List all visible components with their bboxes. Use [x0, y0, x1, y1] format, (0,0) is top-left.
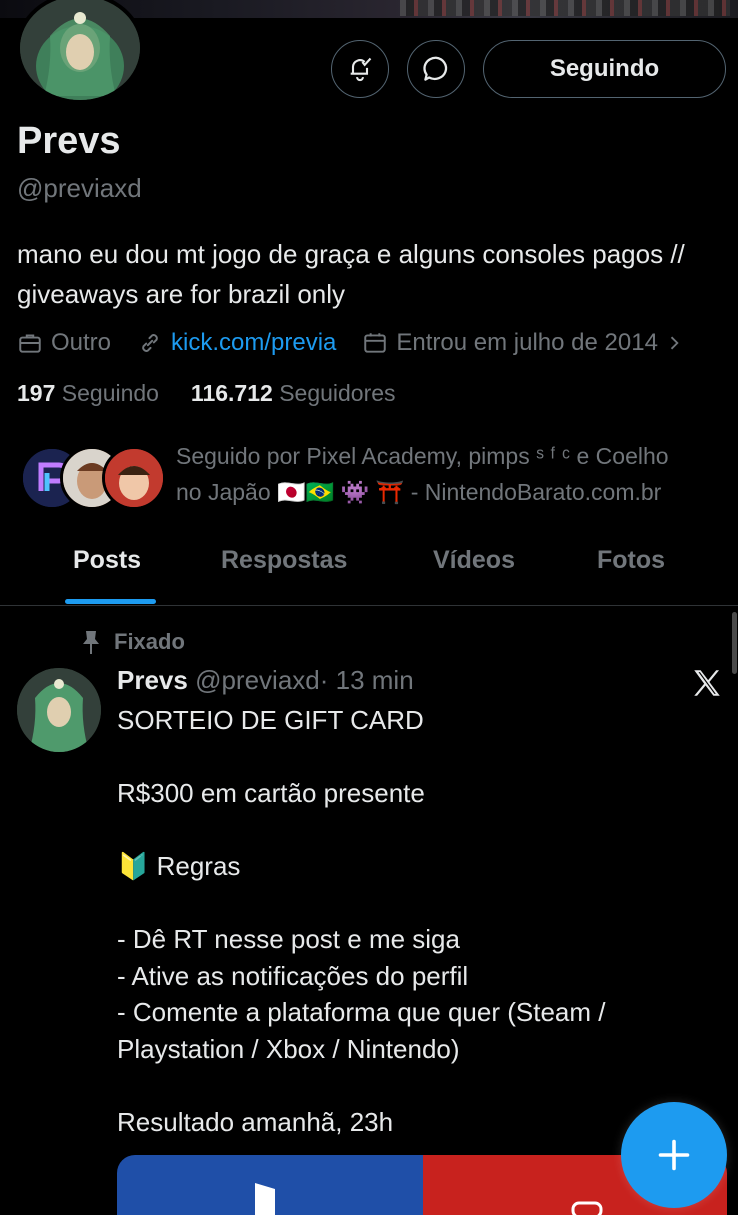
- post-author-name[interactable]: Prevs: [117, 665, 188, 695]
- bell-check-icon: [350, 57, 372, 82]
- following-count: 197: [17, 380, 56, 406]
- followed-by-avatars[interactable]: [20, 446, 166, 510]
- chevron-right-icon: [670, 336, 679, 350]
- message-icon: [423, 56, 448, 81]
- post-line: R$300 em cartão presente: [117, 778, 425, 808]
- avatar-image: [17, 668, 101, 752]
- calendar-icon: [364, 333, 387, 353]
- tab-respostas[interactable]: Respostas: [221, 546, 347, 575]
- scrollbar[interactable]: [732, 612, 737, 674]
- followers-count: 116.712: [190, 380, 273, 406]
- followed-by-line-1: Seguido por Pixel Academy, pimps ˢ ᶠ ᶜ e…: [176, 443, 669, 469]
- follower-avatar-3: [102, 446, 166, 510]
- message-button[interactable]: [407, 40, 465, 98]
- following-label: Seguindo: [61, 380, 159, 406]
- category-item: Outro: [17, 329, 111, 357]
- briefcase-icon: [19, 334, 41, 353]
- compose-button[interactable]: [621, 1102, 727, 1208]
- post-line: - Dê RT nesse post e me siga: [117, 924, 460, 954]
- followed-by-text[interactable]: Seguido por Pixel Academy, pimps ˢ ᶠ ᶜ e…: [176, 438, 721, 510]
- pinned-label: Fixado: [114, 629, 185, 654]
- profile-handle: @previaxd: [17, 173, 142, 203]
- following-button[interactable]: Seguindo: [483, 40, 726, 98]
- post-line: - Ative as notificações do perfil: [117, 960, 469, 991]
- pinned-indicator: Fixado: [80, 629, 185, 655]
- profile-meta: Outro kick.com/previa Entrou em julho de…: [17, 325, 718, 361]
- post-line: 🔰 Regras: [117, 851, 241, 881]
- post-header: Prevs @previaxd· 13 min: [117, 665, 414, 696]
- tab-videos[interactable]: Vídeos: [433, 546, 515, 575]
- profile-tabs: Posts Respostas Vídeos Fotos: [0, 530, 738, 606]
- post-body: SORTEIO DE GIFT CARD R$300 em cartão pre…: [117, 702, 717, 1140]
- active-tab-indicator: [65, 599, 156, 604]
- post-time[interactable]: · 13 min: [320, 665, 414, 695]
- pin-icon: [83, 631, 99, 654]
- joined-label: Entrou em julho de 2014: [396, 329, 658, 356]
- tab-posts[interactable]: Posts: [73, 546, 141, 575]
- tab-fotos[interactable]: Fotos: [597, 546, 665, 575]
- post-line: SORTEIO DE GIFT CARD: [117, 705, 424, 735]
- follow-stats: 197 Seguindo 116.712 Seguidores: [17, 380, 396, 407]
- followers-stat[interactable]: 116.712 Seguidores: [191, 380, 396, 406]
- plus-icon: [658, 1139, 690, 1171]
- banner-image: [400, 0, 730, 16]
- profile-bio: mano eu dou mt jogo de graça e alguns co…: [17, 239, 685, 309]
- following-stat[interactable]: 197 Seguindo: [17, 380, 159, 406]
- avatar-image: [20, 0, 140, 100]
- notifications-button[interactable]: [331, 40, 389, 98]
- followers-label: Seguidores: [279, 380, 396, 406]
- post-author-avatar[interactable]: [17, 668, 101, 752]
- post-author-handle[interactable]: @previaxd: [195, 665, 320, 695]
- category-label: Outro: [51, 329, 112, 356]
- followed-by-line-2: no Japão 🇯🇵🇧🇷 👾 ⛩️ - NintendoBarato.com.…: [176, 479, 662, 505]
- playstation-panel: [117, 1155, 423, 1215]
- link-item[interactable]: kick.com/previa: [137, 329, 336, 357]
- x-logo-icon: [690, 666, 724, 705]
- post-line: - Comente a plataforma que quer (Steam /…: [117, 997, 606, 1064]
- profile-link[interactable]: kick.com/previa: [171, 329, 336, 357]
- joined-item[interactable]: Entrou em julho de 2014: [362, 329, 692, 357]
- profile-name: Prevs: [17, 120, 121, 162]
- profile-avatar[interactable]: [16, 0, 144, 104]
- link-icon: [142, 334, 158, 352]
